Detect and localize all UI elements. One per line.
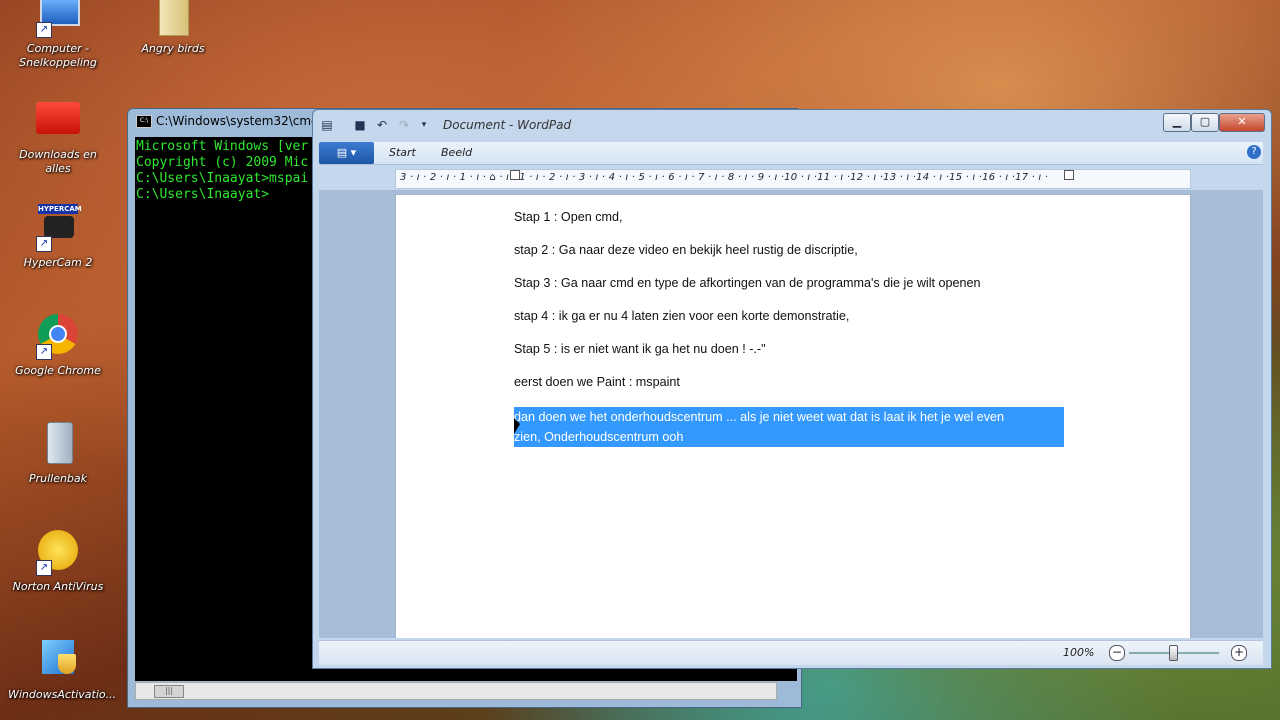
desktop-icon-hypercam[interactable]: HYPERCAM ↗ HyperCam 2 bbox=[8, 204, 108, 270]
close-button[interactable]: ✕ bbox=[1219, 113, 1265, 132]
paragraph[interactable]: stap 2 : Ga naar deze video en bekijk he… bbox=[514, 242, 1074, 258]
document-area[interactable]: Stap 1 : Open cmd, stap 2 : Ga naar deze… bbox=[319, 190, 1263, 638]
paragraph[interactable]: Stap 3 : Ga naar cmd en type de afkortin… bbox=[514, 275, 1074, 291]
recycle-bin-icon bbox=[34, 420, 82, 468]
desktop-icon-label: HyperCam 2 bbox=[23, 256, 93, 269]
paragraph[interactable]: eerst doen we Paint : mspaint bbox=[514, 374, 1074, 390]
shortcut-arrow-icon: ↗ bbox=[36, 236, 52, 252]
norton-icon: ↗ bbox=[34, 528, 82, 576]
selected-text[interactable]: dan doen we het onderhoudscentrum ... al… bbox=[514, 407, 1064, 447]
windows-activation-icon bbox=[34, 636, 82, 684]
quick-access-dropdown-icon[interactable]: ▾ bbox=[417, 118, 431, 132]
maximize-button[interactable]: ▢ bbox=[1191, 113, 1219, 132]
hypercam-icon: HYPERCAM ↗ bbox=[34, 204, 82, 252]
left-indent-marker[interactable] bbox=[510, 170, 520, 180]
ribbon-tabs: ▤ ▾ Start Beeld ? bbox=[319, 142, 1263, 165]
computer-icon: ↗ bbox=[34, 0, 82, 38]
desktop-icon-label: Downloads en alles bbox=[19, 148, 97, 175]
wordpad-app-icon[interactable]: ▤ bbox=[320, 118, 334, 132]
selected-line: zien, Onderhoudscentrum ooh bbox=[514, 430, 684, 444]
shortcut-arrow-icon: ↗ bbox=[36, 344, 52, 360]
folder-icon bbox=[34, 96, 82, 144]
zoom-slider-thumb[interactable] bbox=[1169, 645, 1178, 661]
wordpad-titlebar[interactable]: ▤ ■ ↶ ↷ ▾ Document - WordPad ▁ ▢ ✕ bbox=[313, 110, 1271, 140]
paragraph[interactable]: stap 4 : ik ga er nu 4 laten zien voor e… bbox=[514, 308, 1074, 324]
hypercam-badge: HYPERCAM bbox=[38, 204, 82, 214]
save-icon[interactable]: ■ bbox=[353, 118, 367, 132]
desktop-icon-label: WindowsActivatio... bbox=[8, 688, 117, 701]
ruler[interactable]: 3 · ı · 2 · ı · 1 · ı · ⌂ · ı · 1 · ı · … bbox=[395, 169, 1191, 189]
status-bar: 100% − + bbox=[319, 640, 1263, 665]
wordpad-title: Document - WordPad bbox=[443, 118, 572, 132]
paragraph[interactable]: Stap 5 : is er niet want ik ga het nu do… bbox=[514, 341, 1074, 357]
tab-start[interactable]: Start bbox=[389, 146, 416, 159]
right-indent-marker[interactable] bbox=[1064, 170, 1074, 180]
cmd-app-icon: C:\ bbox=[136, 115, 152, 128]
desktop-icon-norton[interactable]: ↗ Norton AntiVirus bbox=[8, 528, 108, 594]
desktop-icon-windows-activation[interactable]: WindowsActivatio... bbox=[8, 636, 117, 702]
desktop-icon-angry-birds[interactable]: Angry birds bbox=[123, 0, 223, 56]
desktop-icon-recycle-bin[interactable]: Prullenbak bbox=[8, 420, 108, 486]
mouse-cursor-icon bbox=[514, 418, 520, 434]
scrollbar-thumb[interactable]: ||| bbox=[154, 685, 184, 698]
chrome-icon: ↗ bbox=[34, 312, 82, 360]
selected-line: dan doen we het onderhoudscentrum ... al… bbox=[514, 410, 1005, 424]
paragraph[interactable]: Stap 1 : Open cmd, bbox=[514, 209, 1074, 225]
desktop-icon-label: Angry birds bbox=[141, 42, 205, 55]
desktop-icon-label: Norton AntiVirus bbox=[12, 580, 104, 593]
undo-icon[interactable]: ↶ bbox=[375, 118, 389, 132]
desktop-icon-computer[interactable]: ↗ Computer - Snelkoppeling bbox=[8, 0, 108, 70]
desktop-icon-downloads[interactable]: Downloads en alles bbox=[8, 96, 108, 176]
help-icon[interactable]: ? bbox=[1247, 145, 1261, 159]
redo-icon[interactable]: ↷ bbox=[397, 118, 411, 132]
shortcut-arrow-icon: ↗ bbox=[36, 560, 52, 576]
zoom-level: 100% bbox=[1063, 646, 1095, 659]
desktop-icon-chrome[interactable]: ↗ Google Chrome bbox=[8, 312, 108, 378]
app-menu-button[interactable]: ▤ ▾ bbox=[319, 142, 374, 164]
document-text[interactable]: Stap 1 : Open cmd, stap 2 : Ga naar deze… bbox=[514, 209, 1074, 447]
cmd-title: C:\Windows\system32\cmd.ex bbox=[156, 114, 337, 128]
wordpad-window[interactable]: ▤ ■ ↶ ↷ ▾ Document - WordPad ▁ ▢ ✕ ▤ ▾ S… bbox=[312, 109, 1272, 669]
desktop-icon-label: Computer - Snelkoppeling bbox=[19, 42, 97, 69]
desktop-icon-label: Google Chrome bbox=[15, 364, 101, 377]
folder-icon bbox=[149, 0, 197, 38]
tab-beeld[interactable]: Beeld bbox=[441, 146, 472, 159]
ruler-scale: 3 · ı · 2 · ı · 1 · ı · ⌂ · ı · 1 · ı · … bbox=[400, 172, 1049, 183]
zoom-out-button[interactable]: − bbox=[1109, 645, 1125, 661]
document-page[interactable]: Stap 1 : Open cmd, stap 2 : Ga naar deze… bbox=[395, 194, 1191, 638]
desktop-icon-label: Prullenbak bbox=[28, 472, 88, 485]
minimize-button[interactable]: ▁ bbox=[1163, 113, 1191, 132]
cmd-horizontal-scrollbar[interactable]: ||| bbox=[135, 682, 777, 700]
zoom-in-button[interactable]: + bbox=[1231, 645, 1247, 661]
shortcut-arrow-icon: ↗ bbox=[36, 22, 52, 38]
